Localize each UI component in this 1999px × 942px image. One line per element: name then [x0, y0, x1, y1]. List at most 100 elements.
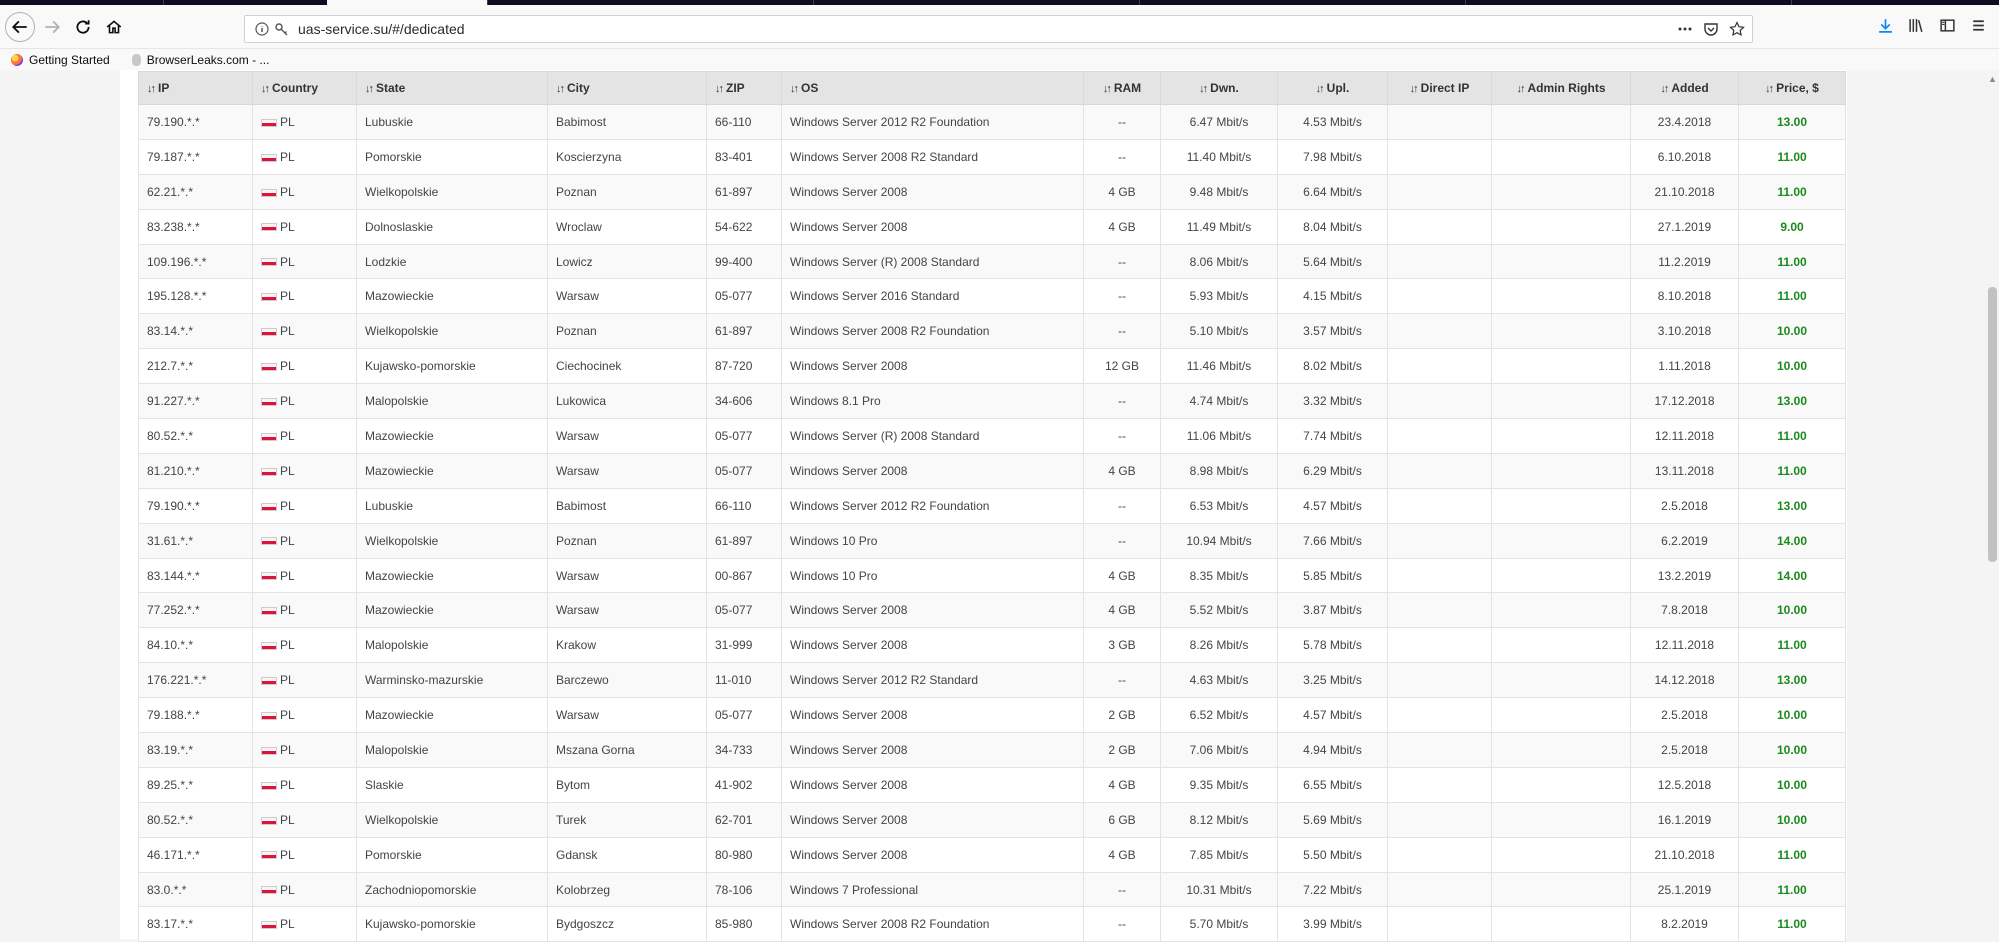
column-header-price[interactable]: ↓↑ Price, $	[1738, 71, 1846, 105]
cell-zip: 66-110	[706, 487, 782, 524]
poland-flag-icon	[261, 607, 277, 616]
table-row[interactable]: 80.52.*.* PL Wielkopolskie Turek 62-701 Windo…	[138, 801, 1846, 838]
table-row[interactable]: 83.144.*.* PL Mazowieckie Warsaw 00-867 Windo…	[138, 557, 1846, 594]
bookmark-getting-started[interactable]: Getting Started	[11, 53, 110, 67]
column-header-zip[interactable]: ↓↑ ZIP	[706, 71, 782, 105]
table-row[interactable]: 81.210.*.* PL Mazowieckie Warsaw 05-077 Windo…	[138, 452, 1846, 489]
cell-state: Zachodniopomorskie	[356, 871, 548, 908]
menu-icon[interactable]	[1963, 17, 1994, 34]
cell-admin-rights	[1491, 836, 1631, 873]
cell-ram-text: --	[1118, 254, 1126, 269]
column-header-upload[interactable]: ↓↑ Upl.	[1277, 71, 1388, 105]
cell-direct-ip	[1387, 173, 1492, 210]
column-header-direct-ip[interactable]: ↓↑ Direct IP	[1387, 71, 1492, 105]
back-button[interactable]	[5, 12, 35, 42]
cell-download-text: 8.06 Mbit/s	[1189, 254, 1249, 269]
cell-price: 11.00	[1738, 138, 1846, 175]
cell-added: 1.11.2018	[1630, 348, 1739, 385]
column-header-ip[interactable]: ↓↑ IP	[138, 71, 253, 105]
forward-button[interactable]	[38, 13, 66, 41]
table-row[interactable]: 79.190.*.* PL Lubuskie Babimost 66-110 Window…	[138, 104, 1846, 140]
column-header-added[interactable]: ↓↑ Added	[1630, 71, 1739, 105]
url-bar[interactable]: uas-service.su/#/dedicated	[244, 15, 1753, 43]
cell-admin-rights	[1491, 173, 1631, 210]
cell-added-text: 27.1.2019	[1657, 219, 1712, 234]
table-row[interactable]: 31.61.*.* PL Wielkopolskie Poznan 61-897 Wind…	[138, 522, 1846, 559]
page-actions-icon[interactable]	[1676, 20, 1694, 38]
cell-zip-text: 83-401	[715, 149, 753, 164]
scrollbar-thumb[interactable]	[1988, 287, 1997, 562]
column-header-ram[interactable]: ↓↑ RAM	[1083, 71, 1161, 105]
cell-zip: 87-720	[706, 348, 782, 385]
column-header-admin-rights[interactable]: ↓↑ Admin Rights	[1491, 71, 1631, 105]
cell-ram: --	[1083, 906, 1161, 942]
cell-state-text: Slaskie	[365, 777, 404, 792]
table-row[interactable]: 79.187.*.* PL Pomorskie Koscierzyna 83-401 Wi…	[138, 138, 1846, 175]
cell-state-text: Kujawsko-pomorskie	[365, 917, 476, 932]
home-button[interactable]	[100, 13, 128, 41]
column-header-os[interactable]: ↓↑ OS	[781, 71, 1084, 105]
cell-direct-ip	[1387, 278, 1492, 315]
table-row[interactable]: 109.196.*.* PL Lodzkie Lowicz 99-400 Windows …	[138, 243, 1846, 280]
bookmark-star-icon[interactable]	[1728, 20, 1746, 38]
sidebar-icon[interactable]	[1932, 17, 1963, 34]
table-row[interactable]: 84.10.*.* PL Malopolskie Krakow 31-999 Window…	[138, 627, 1846, 664]
cell-zip-text: 05-077	[715, 463, 753, 478]
scroll-up-icon[interactable]: ▲	[1988, 74, 1997, 84]
cell-price-text: 13.00	[1776, 394, 1808, 409]
cell-download-text: 5.93 Mbit/s	[1189, 289, 1249, 304]
table-row[interactable]: 83.17.*.* PL Kujawsko-pomorskie Bydgoszcz 85…	[138, 906, 1846, 942]
cell-ram: 4 GB	[1083, 836, 1161, 873]
cell-os: Windows Server 2008 R2 Standard	[781, 138, 1084, 175]
page-content: ↓↑ IP ↓↑ Country ↓↑ State ↓↑ City ↓↑ ZIP ↓↑ OS…	[0, 70, 1999, 942]
column-header-state[interactable]: ↓↑ State	[356, 71, 548, 105]
table-row[interactable]: 91.227.*.* PL Malopolskie Lukowica 34-606 Win…	[138, 383, 1846, 420]
url-text[interactable]: uas-service.su/#/dedicated	[298, 21, 465, 37]
cell-city: Bydgoszcz	[547, 906, 707, 942]
table-row[interactable]: 83.0.*.* PL Zachodniopomorskie Kolobrzeg 78-…	[138, 871, 1846, 908]
cell-os-text: Windows Server (R) 2008 Standard	[790, 428, 980, 443]
table-row[interactable]: 212.7.*.* PL Kujawsko-pomorskie Ciechocinek…	[138, 348, 1846, 385]
cell-price-text: 11.00	[1777, 428, 1807, 443]
cell-ram: --	[1083, 871, 1161, 908]
cell-os: Windows 8.1 Pro	[781, 383, 1084, 420]
cell-added-text: 2.5.2018	[1661, 708, 1708, 723]
column-header-country[interactable]: ↓↑ Country	[252, 71, 357, 105]
bookmark-browserleaks[interactable]: BrowserLeaks.com - ...	[131, 53, 269, 67]
cell-zip: 61-897	[706, 313, 782, 350]
table-row[interactable]: 195.128.*.* PL Mazowieckie Warsaw 05-077 Wind…	[138, 278, 1846, 315]
table-row[interactable]: 83.19.*.* PL Malopolskie Mszana Gorna 34-733…	[138, 732, 1846, 768]
cell-download-text: 11.49 Mbit/s	[1186, 219, 1252, 234]
pocket-icon[interactable]	[1702, 20, 1720, 38]
table-row[interactable]: 79.190.*.* PL Lubuskie Babimost 66-110 Window…	[138, 487, 1846, 524]
cell-state: Malopolskie	[356, 732, 548, 768]
cell-direct-ip	[1387, 801, 1492, 838]
table-row[interactable]: 89.25.*.* PL Slaskie Bytom 41-902 Windows Ser…	[138, 766, 1846, 803]
cell-ip: 91.227.*.*	[138, 383, 253, 420]
cell-zip-text: 05-077	[715, 289, 753, 304]
vertical-scrollbar[interactable]: ▲	[1985, 70, 1999, 939]
table-row[interactable]: 79.188.*.* PL Mazowieckie Warsaw 05-077 Windo…	[138, 697, 1846, 734]
column-header-city[interactable]: ↓↑ City	[547, 71, 707, 105]
table-row[interactable]: 83.14.*.* PL Wielkopolskie Poznan 61-897 Wind…	[138, 313, 1846, 350]
key-icon[interactable]	[274, 21, 290, 37]
table-row[interactable]: 80.52.*.* PL Mazowieckie Warsaw 05-077 Window…	[138, 418, 1846, 454]
table-row[interactable]: 83.238.*.* PL Dolnoslaskie Wroclaw 54-622 Win…	[138, 208, 1846, 245]
table-row[interactable]: 77.252.*.* PL Mazowieckie Warsaw 05-077 Windo…	[138, 592, 1846, 629]
cell-upload: 7.66 Mbit/s	[1277, 522, 1388, 559]
column-header-download[interactable]: ↓↑ Dwn.	[1160, 71, 1278, 105]
downloads-icon[interactable]	[1870, 17, 1901, 34]
library-icon[interactable]	[1901, 17, 1932, 34]
info-icon[interactable]	[254, 21, 270, 37]
cell-country: PL	[252, 208, 357, 245]
table-row[interactable]: 62.21.*.* PL Wielkopolskie Poznan 61-897 Wind…	[138, 173, 1846, 210]
cell-country: PL	[252, 383, 357, 420]
table-row[interactable]: 46.171.*.* PL Pomorskie Gdansk 80-980 Windows…	[138, 836, 1846, 873]
reload-button[interactable]	[69, 13, 97, 41]
cell-admin-rights	[1491, 487, 1631, 524]
table-row[interactable]: 176.221.*.* PL Warminsko-mazurskie Barczewo…	[138, 662, 1846, 699]
cell-ram-text: --	[1118, 673, 1126, 688]
cell-ip: 89.25.*.*	[138, 766, 253, 803]
cell-download: 11.40 Mbit/s	[1160, 138, 1278, 175]
cell-ram: --	[1083, 313, 1161, 350]
